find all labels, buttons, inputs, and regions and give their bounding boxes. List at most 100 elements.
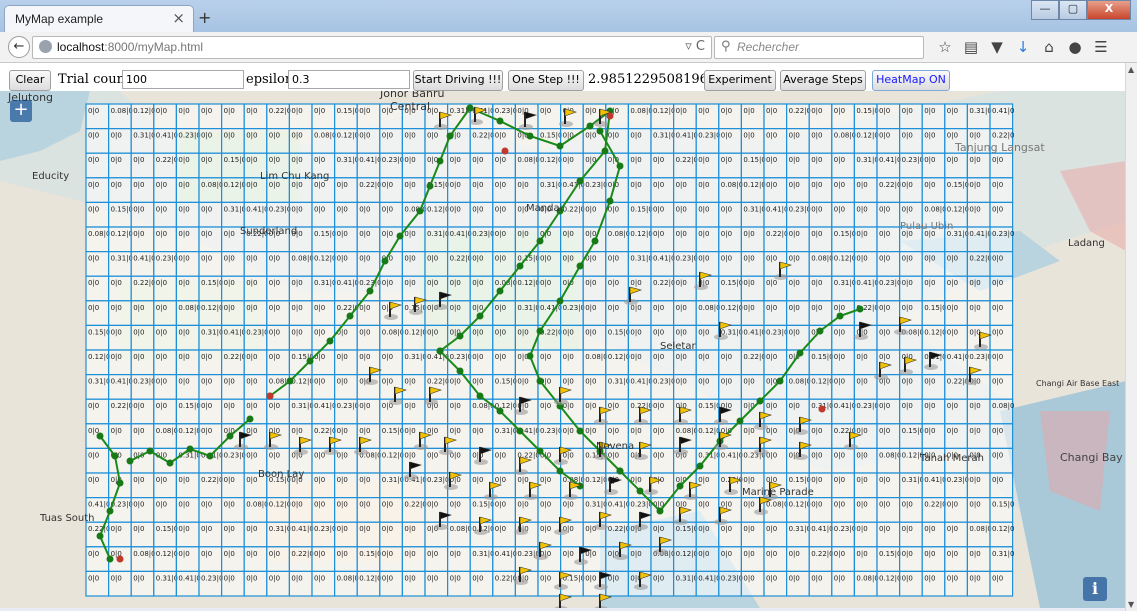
cell-value: 0|0 <box>178 279 189 287</box>
route-node <box>796 349 804 357</box>
cell-value: 0|0 <box>766 181 777 189</box>
cell-value: 0.08|0 <box>156 427 178 435</box>
cell-value: 0|0 <box>224 255 235 263</box>
experiment-button[interactable]: Experiment <box>704 70 776 91</box>
search-bar[interactable]: ⚲ Rechercher <box>714 36 924 59</box>
trial-count-input[interactable]: 100 <box>122 70 244 89</box>
back-button[interactable]: ← <box>8 36 30 58</box>
close-window-button[interactable]: X <box>1087 0 1131 20</box>
cell-value: 0|0 <box>291 304 302 312</box>
cell-value: 0.23|0 <box>382 156 404 164</box>
map-view[interactable]: 0|0 0.08|0 0.12|0 0|0 0|0 0|0 0|0 0|0 0.22|0 0|0 0… <box>0 91 1126 608</box>
reload-icon[interactable]: ▿ C <box>685 39 705 54</box>
cell-value: 0.23|0 <box>472 230 494 238</box>
cell-value: 0.08|0 <box>676 427 698 435</box>
scroll-down-arrow-icon[interactable]: ▼ <box>1128 600 1134 609</box>
cell-value: 0|0 <box>314 181 325 189</box>
cell-value: 0|0 <box>743 132 754 140</box>
reading-list-icon[interactable]: ▤ <box>958 38 984 56</box>
cell-value: 0|0 <box>563 378 574 386</box>
cell-value: 0|0 <box>563 230 574 238</box>
cell-value: 0.15|0 <box>676 525 698 533</box>
cell-value: 0.12|0 <box>947 205 969 213</box>
info-button[interactable]: i <box>1083 577 1107 601</box>
cell-value: 0|0 <box>969 132 980 140</box>
pocket-icon[interactable]: ▼ <box>984 38 1010 56</box>
cell-value: 0.23|0 <box>269 205 291 213</box>
cell-value: 0|0 <box>856 451 867 459</box>
download-icon[interactable]: ↓ <box>1010 38 1036 56</box>
cell-value: 0|0 <box>291 156 302 164</box>
cell-value: 0|0 <box>450 378 461 386</box>
route-node <box>106 555 114 563</box>
zoom-in-button[interactable]: + <box>10 100 32 122</box>
minimize-button[interactable]: — <box>1031 0 1059 20</box>
cell-value: 0.22|0 <box>495 574 517 582</box>
cell-value: 0|0 <box>743 279 754 287</box>
route-node <box>536 377 544 385</box>
start-driving-button[interactable]: Start Driving !!! <box>413 70 503 91</box>
heatmap-toggle-button[interactable]: HeatMap ON <box>872 70 950 91</box>
cell-value: 0|0 <box>924 427 935 435</box>
one-step-button[interactable]: One Step !!! <box>508 70 584 91</box>
scroll-up-arrow-icon[interactable]: ▲ <box>1128 65 1134 74</box>
cell-value: 0.23|0 <box>721 574 743 582</box>
cell-value: 0.08|0 <box>314 132 336 140</box>
cell-value: 0.31|0 <box>856 156 878 164</box>
route-node <box>186 445 194 453</box>
cell-value: 0.12|0 <box>88 353 110 361</box>
cell-value: 0|0 <box>811 181 822 189</box>
cell-value: 0.31|0 <box>404 353 426 361</box>
cell-value: 0|0 <box>676 353 687 361</box>
cell-value: 0.08|0 <box>608 230 630 238</box>
route-node <box>756 397 764 405</box>
cell-value: 0|0 <box>382 501 393 509</box>
cell-value: 0|0 <box>450 427 461 435</box>
cell-value: 0.08|0 <box>630 107 652 115</box>
cell-value: 0|0 <box>314 304 325 312</box>
average-steps-button[interactable]: Average Steps <box>780 70 866 91</box>
cell-value: 0|0 <box>789 574 800 582</box>
maximize-button[interactable]: ▢ <box>1059 0 1087 20</box>
cell-value: 0.15|0 <box>178 402 200 410</box>
cell-value: 0|0 <box>337 378 348 386</box>
home-icon[interactable]: ⌂ <box>1036 38 1062 56</box>
url-bar[interactable]: localhost:8000/myMap.html ▿ C <box>32 36 712 59</box>
cell-value: 0|0 <box>653 574 664 582</box>
cell-value: 0|0 <box>427 132 438 140</box>
cell-value: 0.08|0 <box>133 550 155 558</box>
cell-value: 0|0 <box>246 525 257 533</box>
route-node <box>576 262 584 270</box>
cell-value: 0.15|0 <box>721 279 743 287</box>
vertical-scrollbar[interactable]: ▲ ▼ <box>1125 63 1137 611</box>
cell-value: 0.08|0 <box>246 501 268 509</box>
cell-value: 0.31|0 <box>133 132 155 140</box>
tab-mymap[interactable]: MyMap example × <box>4 5 194 33</box>
new-tab-button[interactable]: + <box>198 8 211 27</box>
menu-icon[interactable]: ☰ <box>1088 38 1114 56</box>
route-node <box>586 122 594 130</box>
cell-value: 0.15|0 <box>201 279 223 287</box>
cell-value: 0|0 <box>382 353 393 361</box>
cell-value: 0.23|0 <box>337 402 359 410</box>
cell-value: 0.15|0 <box>382 427 404 435</box>
chat-icon[interactable]: ● <box>1062 38 1088 56</box>
cell-value: 0|0 <box>359 304 370 312</box>
cell-value: 0|0 <box>698 378 709 386</box>
cell-value: 0|0 <box>902 132 913 140</box>
cell-value: 0|0 <box>811 279 822 287</box>
cell-value: 0.23|0 <box>789 205 811 213</box>
cell-value: 0|0 <box>563 353 574 361</box>
clear-button[interactable]: Clear <box>9 70 51 91</box>
cell-value: 0|0 <box>111 353 122 361</box>
cell-value: 0.22|0 <box>133 279 155 287</box>
cell-value: 0|0 <box>427 328 438 336</box>
star-icon[interactable]: ☆ <box>932 38 958 56</box>
cell-value: 0|0 <box>947 279 958 287</box>
cell-value: 0.22|0 <box>156 156 178 164</box>
cell-value: 0|0 <box>314 501 325 509</box>
epsilon-input[interactable]: 0.3 <box>288 70 410 89</box>
cell-value: 0|0 <box>608 279 619 287</box>
close-tab-icon[interactable]: × <box>172 9 185 27</box>
cell-value: 0.23|0 <box>992 230 1014 238</box>
